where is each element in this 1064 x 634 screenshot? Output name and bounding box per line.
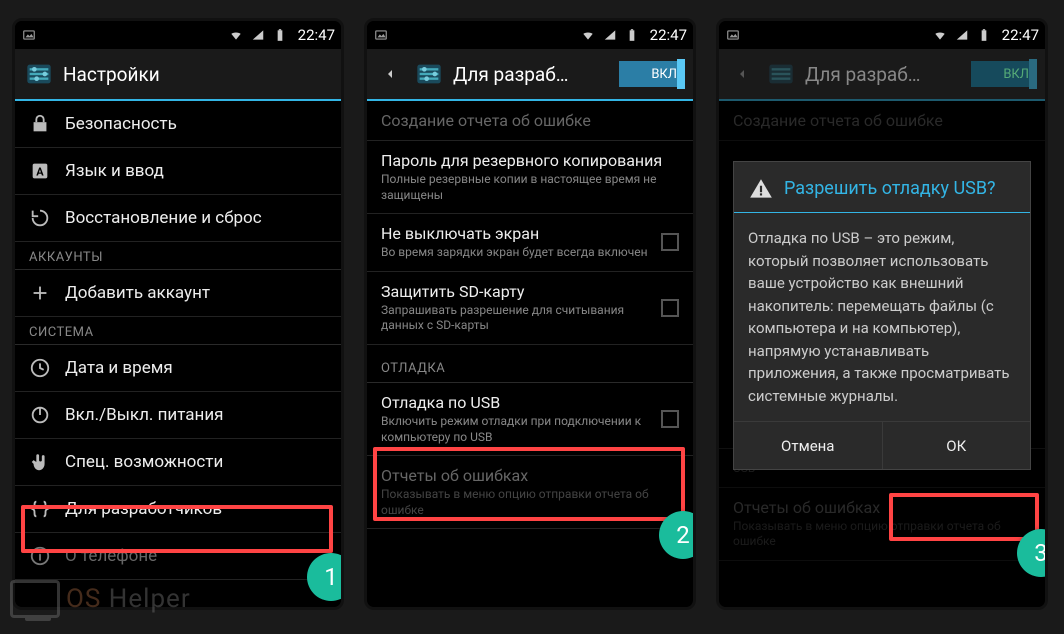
wifi-icon: [580, 28, 596, 42]
phone-screen-3: 22:47 Для разраб… ВКЛ Создание отчета об…: [716, 18, 1048, 610]
row-label: Вкл./Выкл. питания: [65, 405, 223, 425]
signal-icon: [954, 28, 970, 42]
step-badge-2: 2: [659, 511, 696, 559]
category-accounts: АККАУНТЫ: [15, 242, 341, 270]
row-about-phone[interactable]: О телефоне: [15, 533, 341, 580]
svg-text:A: A: [36, 166, 44, 179]
battery-icon: [976, 28, 992, 42]
row-language[interactable]: A Язык и ввод: [15, 148, 341, 195]
status-bar: 22:47: [15, 21, 341, 49]
hand-icon: [29, 451, 51, 473]
back-icon: [729, 60, 757, 88]
checkbox[interactable]: [661, 410, 679, 428]
row-stay-awake[interactable]: Не выключать экран Во время зарядки экра…: [367, 214, 693, 272]
category-system: СИСТЕМА: [15, 317, 341, 345]
step-badge-1: 1: [307, 553, 344, 601]
ok-button[interactable]: ОК: [883, 422, 1031, 469]
page-title: Для разраб…: [453, 63, 609, 86]
lock-icon: [29, 113, 51, 135]
row-title: Отчеты об ошибках: [381, 466, 679, 485]
row-label: Добавить аккаунт: [65, 283, 210, 303]
battery-icon: [272, 28, 288, 42]
settings-icon: [415, 60, 443, 88]
status-bar: 22:47: [719, 21, 1045, 49]
row-developer-options[interactable]: Для разработчиков: [15, 486, 341, 533]
wifi-icon: [228, 28, 244, 42]
row-bug-reports-menu[interactable]: Отчеты об ошибках Показывать в меню опци…: [367, 456, 693, 529]
settings-icon: [25, 60, 53, 88]
row-subtitle: Включить режим отладки при подключении к…: [381, 414, 679, 445]
wifi-icon: [932, 28, 948, 42]
row-label: Безопасность: [65, 114, 177, 134]
clock-text: 22:47: [650, 26, 687, 44]
row-subtitle: Показывать в меню опцию отправки отчета …: [381, 487, 679, 518]
usb-debug-dialog: Разрешить отладку USB? Отладка по USB – …: [733, 161, 1031, 470]
watermark-monitor-icon: [10, 580, 60, 618]
row-subtitle: Полные резервные копии в настоящее время…: [381, 172, 679, 203]
restore-icon: [29, 207, 51, 229]
page-title: Настройки: [63, 63, 331, 86]
braces-icon: [29, 498, 51, 520]
info-icon: [29, 545, 51, 567]
clock-icon: [29, 357, 51, 379]
master-switch[interactable]: ВКЛ: [619, 61, 683, 87]
row-subtitle: Во время зарядки экран будет всегда вклю…: [381, 245, 679, 261]
warning-icon: [748, 176, 774, 202]
row-backup-reset[interactable]: Восстановление и сброс: [15, 195, 341, 242]
cancel-button[interactable]: Отмена: [734, 422, 883, 469]
row-label: Для разработчиков: [65, 499, 222, 519]
image-icon: [725, 28, 741, 42]
row-label: Дата и время: [65, 358, 173, 378]
battery-icon: [624, 28, 640, 42]
row-title: Пароль для резервного копирования: [381, 151, 679, 170]
watermark-text: OS Helper: [66, 584, 191, 614]
row-usb-debugging[interactable]: Отладка по USB Включить режим отладки пр…: [367, 383, 693, 456]
action-bar: Для разраб… ВКЛ: [719, 49, 1045, 101]
action-bar: Настройки: [15, 49, 341, 101]
row-title: Создание отчета об ошибке: [381, 111, 679, 130]
row-date-time[interactable]: Дата и время: [15, 345, 341, 392]
category-debug: ОТЛАДКА: [367, 345, 693, 383]
row-protect-sd[interactable]: Защитить SD-карту Запрашивать разрешение…: [367, 272, 693, 345]
dialog-body: Отладка по USB – это режим, который позв…: [734, 213, 1030, 421]
row-label: Восстановление и сброс: [65, 208, 262, 228]
row-bug-report[interactable]: Создание отчета об ошибке: [367, 101, 693, 141]
row-label: Язык и ввод: [65, 161, 164, 181]
page-title: Для разраб…: [805, 63, 961, 86]
row-title: Не выключать экран: [381, 224, 679, 243]
phone-screen-2: 22:47 Для разраб… ВКЛ Создание отчета об…: [364, 18, 696, 610]
row-backup-password[interactable]: Пароль для резервного копирования Полные…: [367, 141, 693, 214]
settings-icon: [767, 60, 795, 88]
image-icon: [373, 28, 389, 42]
phone-screen-1: 22:47 Настройки Безопасность A Язык и вв…: [12, 18, 344, 610]
row-security[interactable]: Безопасность: [15, 101, 341, 148]
row-label: О телефоне: [65, 546, 157, 566]
row-accessibility[interactable]: Спец. возможности: [15, 439, 341, 486]
dialog-title: Разрешить отладку USB?: [784, 178, 996, 200]
row-title: Защитить SD-карту: [381, 282, 679, 301]
row-add-account[interactable]: Добавить аккаунт: [15, 270, 341, 317]
row-power[interactable]: Вкл./Выкл. питания: [15, 392, 341, 439]
clock-text: 22:47: [298, 26, 335, 44]
signal-icon: [602, 28, 618, 42]
checkbox[interactable]: [661, 233, 679, 251]
checkbox[interactable]: [661, 299, 679, 317]
dev-options-list[interactable]: Создание отчета об ошибке Пароль для рез…: [367, 101, 693, 529]
action-bar: Для разраб… ВКЛ: [367, 49, 693, 101]
master-switch: ВКЛ: [971, 61, 1035, 87]
row-subtitle: Запрашивать разрешение для считывания да…: [381, 303, 679, 334]
row-title: Отладка по USB: [381, 393, 679, 412]
row-label: Спец. возможности: [65, 452, 223, 472]
clock-text: 22:47: [1002, 26, 1039, 44]
watermark: OS Helper: [10, 580, 191, 618]
image-icon: [21, 28, 37, 42]
plus-icon: [29, 282, 51, 304]
status-bar: 22:47: [367, 21, 693, 49]
lang-icon: A: [29, 160, 51, 182]
settings-list[interactable]: Безопасность A Язык и ввод Восстановлени…: [15, 101, 341, 580]
back-icon[interactable]: [377, 60, 405, 88]
signal-icon: [250, 28, 266, 42]
power-icon: [29, 404, 51, 426]
